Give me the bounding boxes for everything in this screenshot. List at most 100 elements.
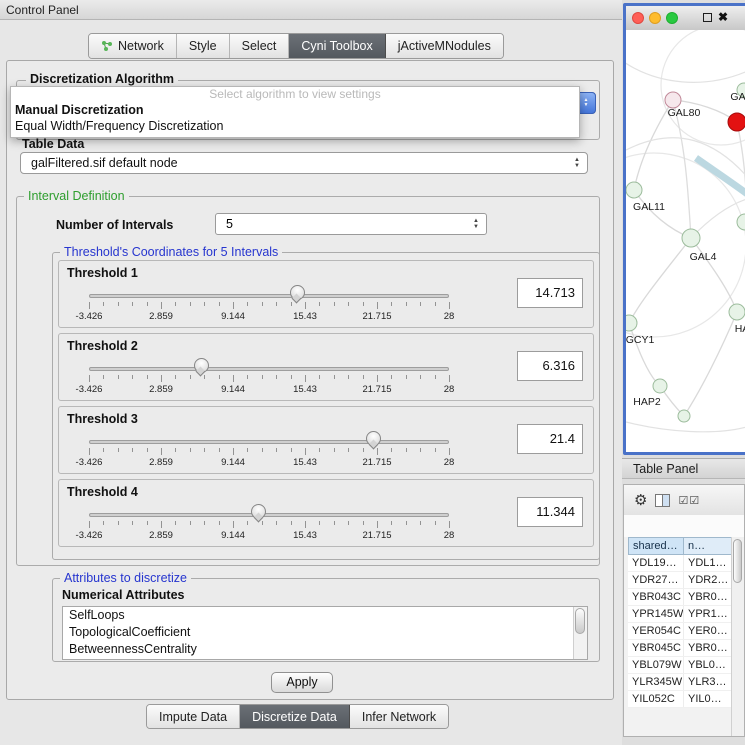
list-item[interactable]: BetweennessCentrality <box>63 641 587 658</box>
table-row[interactable]: YBR043CYBR0… <box>628 589 738 606</box>
table-row[interactable]: YBR045CYBR0… <box>628 640 738 657</box>
columns-icon[interactable] <box>655 494 670 507</box>
number-of-intervals-label: Number of Intervals <box>56 218 173 232</box>
threshold-label: Threshold 1 <box>67 266 138 280</box>
tab-jactivemnodules[interactable]: jActiveMNodules <box>386 34 503 58</box>
top-tab-bar: Network Style Select Cyni Toolbox jActiv… <box>88 33 504 59</box>
list-item[interactable]: SelfLoops <box>63 607 587 624</box>
tab-discretize-data[interactable]: Discretize Data <box>240 705 350 728</box>
spinner-arrows-icon[interactable]: ▲▼ <box>473 218 479 230</box>
tab-label: Discretize Data <box>252 710 337 724</box>
tab-network[interactable]: Network <box>89 34 177 58</box>
table-data-label: Table Data <box>22 137 84 151</box>
slider-track[interactable] <box>89 513 449 517</box>
table-toolbar: ⚙ ☑☑ <box>624 485 744 516</box>
gear-icon[interactable]: ⚙ <box>634 491 647 509</box>
tab-label: Style <box>189 39 217 53</box>
threshold-label: Threshold 2 <box>67 339 138 353</box>
node-label: HAP2 <box>633 396 661 408</box>
tab-style[interactable]: Style <box>177 34 230 58</box>
control-panel-title: Control Panel <box>6 3 79 17</box>
bottom-tab-bar: Impute Data Discretize Data Infer Networ… <box>146 704 449 729</box>
network-node[interactable] <box>728 113 745 131</box>
tab-label: Cyni Toolbox <box>301 39 372 53</box>
threshold-label: Threshold 4 <box>67 485 138 499</box>
tab-infer-network[interactable]: Infer Network <box>350 705 448 728</box>
network-node[interactable] <box>665 92 681 108</box>
network-window: ✖ GAL80GAGAL11GAL4GCY1HAHAP2 <box>623 3 745 455</box>
slider-scale-labels: -3.4262.8599.14415.4321.71528 <box>89 384 449 396</box>
intervals-value: 5 <box>226 217 233 231</box>
tab-cyni-toolbox[interactable]: Cyni Toolbox <box>289 34 385 58</box>
threshold-value-field[interactable]: 21.4 <box>517 424 583 454</box>
interval-definition-title: Interval Definition <box>24 189 129 203</box>
table-row[interactable]: YER054CYER0… <box>628 623 738 640</box>
node-label: GAL11 <box>633 201 665 213</box>
column-header-shared-name[interactable]: shared… <box>628 537 684 555</box>
node-label: GA <box>730 91 745 103</box>
scrollbar-thumb[interactable] <box>575 608 585 634</box>
node-label: HA <box>735 323 745 335</box>
table-scrollbar[interactable] <box>731 537 744 736</box>
table-row[interactable]: YBL079WYBL0… <box>628 657 738 674</box>
dropdown-option-equal-width[interactable]: Equal Width/Frequency Discretization <box>11 118 579 134</box>
table-row[interactable]: YIL052CYIL0… <box>628 691 738 708</box>
float-panel-icon[interactable] <box>703 13 712 22</box>
slider-scale-labels: -3.4262.8599.14415.4321.71528 <box>89 457 449 469</box>
slider-track[interactable] <box>89 294 449 298</box>
dropdown-placeholder: Select algorithm to view settings <box>11 87 579 102</box>
threshold-block: Threshold 1-3.4262.8599.14415.4321.71528… <box>58 260 594 328</box>
apply-button[interactable]: Apply <box>271 672 333 693</box>
numerical-attributes-list[interactable]: SelfLoopsTopologicalCoefficientBetweenne… <box>62 606 588 660</box>
network-node[interactable] <box>678 410 690 422</box>
slider-thumb[interactable] <box>194 358 209 373</box>
minimize-traffic-light-icon[interactable] <box>649 12 661 24</box>
table-row[interactable]: YDR27…YDR2… <box>628 572 738 589</box>
table-row[interactable]: YLR345WYLR3… <box>628 674 738 691</box>
scrollbar-thumb[interactable] <box>733 539 742 583</box>
thresholds-group-title: Threshold's Coordinates for 5 Intervals <box>60 245 282 259</box>
tab-label: Impute Data <box>159 710 227 724</box>
list-item[interactable]: TopologicalCoefficient <box>63 624 587 641</box>
threshold-value-field[interactable]: 6.316 <box>517 351 583 381</box>
control-panel-titlebar: Control Panel <box>0 0 622 20</box>
table-row[interactable]: YDL19…YDL1… <box>628 555 738 572</box>
network-node[interactable] <box>729 304 745 320</box>
node-table: ⚙ ☑☑ shared… n… YDL19…YDL1…YDR27…YDR2…YB… <box>623 484 745 737</box>
number-of-intervals-spinner[interactable]: 5 ▲▼ <box>215 213 487 235</box>
window-controls <box>632 12 678 24</box>
close-panel-icon[interactable]: ✖ <box>718 10 728 24</box>
network-node[interactable] <box>737 214 745 230</box>
table-data-combobox[interactable]: galFiltered.sif default node ▲▼ <box>20 152 588 174</box>
threshold-value-field[interactable]: 11.344 <box>517 497 583 527</box>
table-filter-row <box>624 515 744 537</box>
close-traffic-light-icon[interactable] <box>632 12 644 24</box>
network-node[interactable] <box>626 315 637 331</box>
table-rows: YDL19…YDL1…YDR27…YDR2…YBR043CYBR0…YPR145… <box>628 555 738 708</box>
network-node[interactable] <box>682 229 700 247</box>
tab-select[interactable]: Select <box>230 34 290 58</box>
chevron-up-down-icon: ▲▼ <box>574 157 580 169</box>
network-window-titlebar[interactable]: ✖ <box>626 6 745 31</box>
slider-thumb[interactable] <box>290 285 305 300</box>
app-root: Control Panel Network Style Select Cyni … <box>0 0 745 745</box>
tab-impute-data[interactable]: Impute Data <box>147 705 240 728</box>
threshold-value-field[interactable]: 14.713 <box>517 278 583 308</box>
network-graph: GAL80GAGAL11GAL4GCY1HAHAP2 <box>626 30 745 452</box>
table-row[interactable]: YPR145WYPR1… <box>628 606 738 623</box>
threshold-label: Threshold 3 <box>67 412 138 426</box>
zoom-traffic-light-icon[interactable] <box>666 12 678 24</box>
network-node[interactable] <box>626 182 642 198</box>
network-canvas[interactable]: GAL80GAGAL11GAL4GCY1HAHAP2 <box>626 30 745 452</box>
network-node[interactable] <box>653 379 667 393</box>
checkbox-icons[interactable]: ☑☑ <box>678 494 700 507</box>
dropdown-option-manual-discretization[interactable]: Manual Discretization <box>11 102 579 118</box>
numerical-attributes-label: Numerical Attributes <box>62 588 184 602</box>
table-header: shared… n… <box>628 537 738 555</box>
column-header-name[interactable]: n… <box>684 537 738 555</box>
slider-track[interactable] <box>89 440 449 444</box>
slider-track[interactable] <box>89 367 449 371</box>
list-scrollbar[interactable] <box>573 607 587 659</box>
table-panel-title: Table Panel <box>633 462 698 476</box>
table-panel-titlebar: Table Panel <box>622 458 745 479</box>
